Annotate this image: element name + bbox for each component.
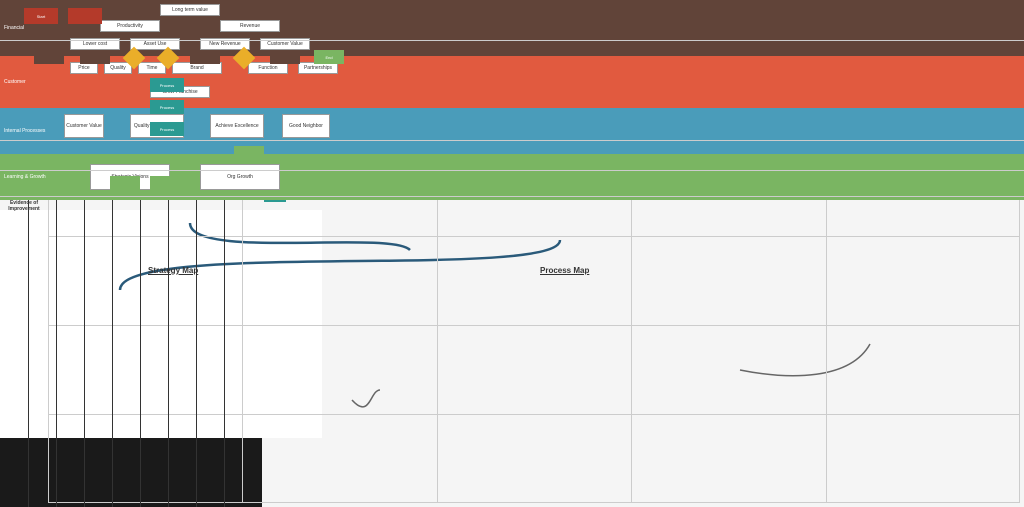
process-node xyxy=(190,50,220,64)
process-node: Process xyxy=(150,100,184,114)
process-node xyxy=(34,50,64,64)
process-lane xyxy=(0,0,1024,41)
process-node xyxy=(150,176,180,190)
process-node xyxy=(270,50,300,64)
process-end: End xyxy=(314,50,344,64)
process-node xyxy=(68,8,102,24)
process-node: Process xyxy=(150,78,184,92)
action-row-label: Evidence of Improvement xyxy=(4,200,44,212)
process-title: Process Map xyxy=(540,266,589,275)
process-lane xyxy=(0,140,1024,171)
process-node: Process xyxy=(150,122,184,136)
strategy-title: Strategy Map xyxy=(148,266,198,275)
process-node xyxy=(234,146,264,160)
action-panel: Goal Action Step Action Step Action Step… xyxy=(0,210,322,438)
process-node: Start xyxy=(24,8,58,24)
process-node xyxy=(80,50,110,64)
process-node xyxy=(110,176,140,190)
